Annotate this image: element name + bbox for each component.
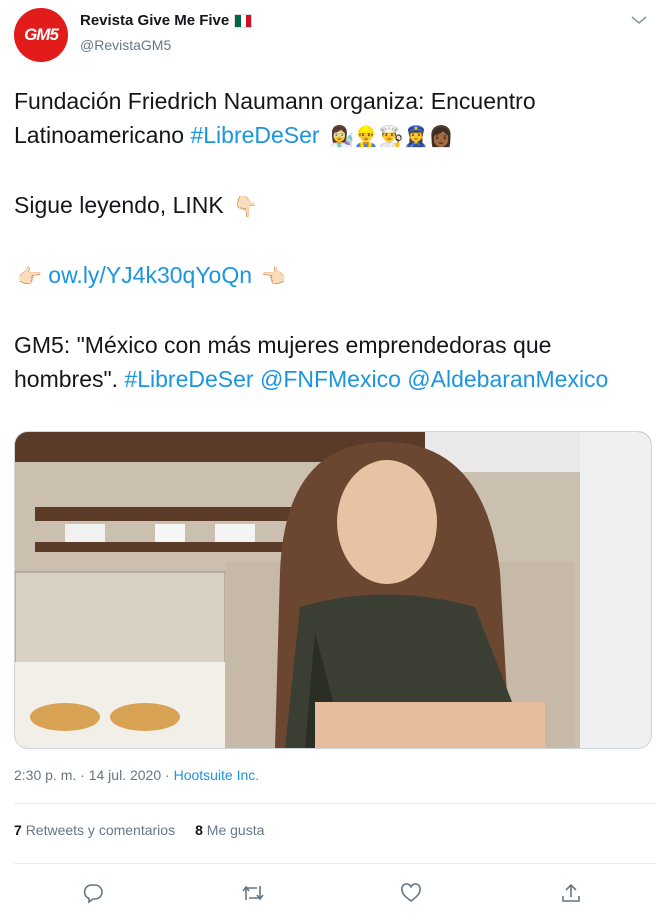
share-icon — [562, 883, 580, 902]
tweet-paragraph-2: Sigue leyendo, LINK 👇🏻 — [14, 188, 644, 224]
likes-count: 8 — [195, 822, 203, 838]
tweet-text: Fundación Friedrich Naumann organiza: En… — [14, 84, 644, 396]
reply-icon — [83, 884, 103, 904]
pointing-down-emoji: 👇🏻 — [233, 196, 258, 218]
reply-button[interactable] — [78, 878, 108, 908]
heart-icon — [401, 883, 421, 902]
avatar[interactable]: GM5 — [14, 8, 68, 62]
tweet-text-line2: Sigue leyendo, LINK — [14, 192, 231, 218]
author-handle[interactable]: @RevistaGM5 — [80, 37, 171, 53]
tweet-source-link[interactable]: Hootsuite Inc. — [174, 767, 260, 783]
like-button[interactable] — [396, 878, 426, 908]
divider — [14, 803, 656, 804]
pointing-left-emoji: 👈🏻 — [261, 266, 287, 288]
meta-separator: · — [165, 767, 170, 783]
avatar-logo-text: GM5 — [24, 25, 59, 44]
photo-illustration — [15, 432, 651, 748]
author-name[interactable]: Revista Give Me Five — [80, 12, 229, 29]
share-button[interactable] — [556, 878, 586, 908]
tweet-photo[interactable] — [14, 431, 652, 749]
retweets-label: Retweets y comentarios — [25, 822, 176, 838]
retweets-count: 7 — [14, 822, 22, 838]
author-name-row[interactable]: Revista Give Me Five — [80, 12, 253, 29]
chevron-down-icon[interactable] — [630, 14, 648, 26]
retweets-stat[interactable]: 7 Retweets y comentarios — [14, 822, 175, 838]
likes-stat[interactable]: 8 Me gusta — [195, 822, 264, 838]
retweet-icon — [242, 885, 264, 901]
tweet-stats: 7 Retweets y comentarios 8 Me gusta — [14, 822, 264, 838]
tweet-actions — [0, 878, 670, 908]
tweet-paragraph-3: 👉🏻 ow.ly/YJ4k30qYoQn 👈🏻 — [14, 258, 644, 294]
likes-label: Me gusta — [206, 822, 265, 838]
mention-link[interactable]: @AldebaranMexico — [407, 366, 608, 392]
shortened-link[interactable]: ow.ly/YJ4k30qYoQn — [48, 262, 252, 288]
divider — [14, 863, 656, 864]
tweet-time[interactable]: 2:30 p. m. — [14, 767, 76, 783]
meta-separator: · — [80, 767, 85, 783]
retweet-button[interactable] — [238, 878, 268, 908]
emoji-group: 👩‍🔬👷‍♂️👨‍🍳👮‍♀️👩🏾 — [328, 126, 454, 148]
hashtag-link[interactable]: #LibreDeSer — [124, 366, 253, 392]
pointing-right-emoji: 👉🏻 — [17, 266, 42, 288]
hashtag-link[interactable]: #LibreDeSer — [190, 122, 319, 148]
tweet-paragraph-4: GM5: "México con más mujeres emprendedor… — [14, 328, 644, 396]
tweet-paragraph-1: Fundación Friedrich Naumann organiza: En… — [14, 84, 644, 154]
tweet-meta: 2:30 p. m. · 14 jul. 2020 · Hootsuite In… — [14, 767, 259, 783]
mention-link[interactable]: @FNFMexico — [260, 366, 401, 392]
tweet-date[interactable]: 14 jul. 2020 — [89, 767, 161, 783]
mexico-flag-icon — [234, 13, 253, 28]
